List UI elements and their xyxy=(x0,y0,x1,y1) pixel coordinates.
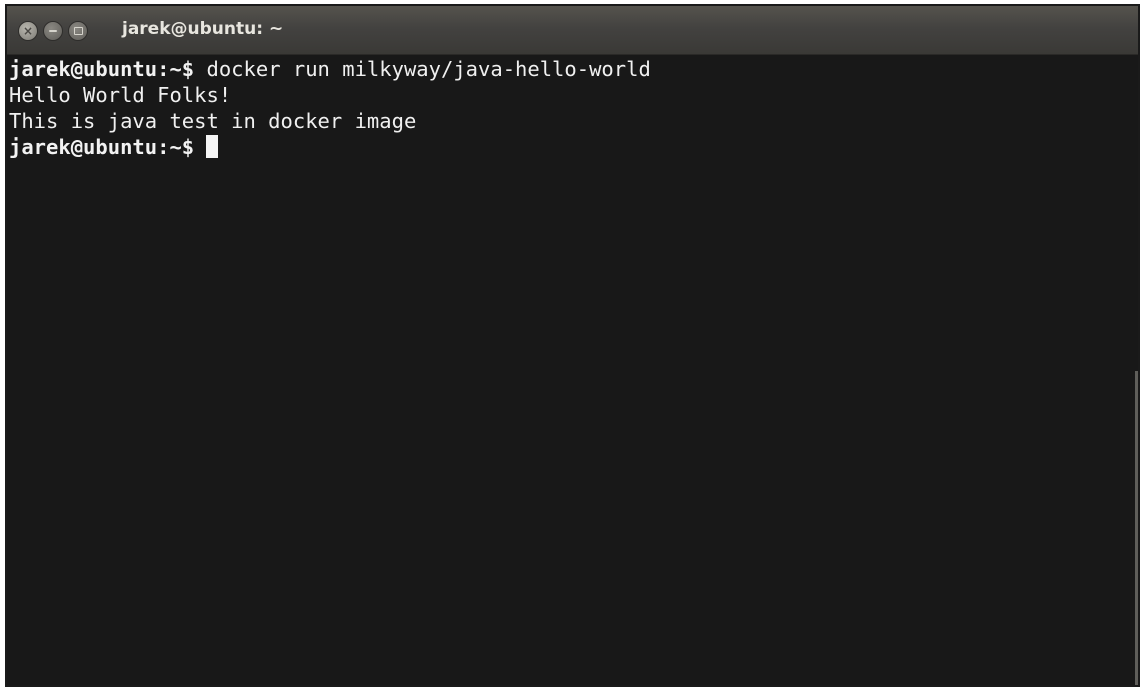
terminal-line-prompt: jarek@ubuntu:~$ xyxy=(9,134,1138,160)
scrollbar[interactable] xyxy=(1135,371,1138,685)
maximize-glyph xyxy=(73,27,83,35)
output-text: Hello World Folks! xyxy=(9,83,232,107)
terminal-line-command: jarek@ubuntu:~$ docker run milkyway/java… xyxy=(9,56,1138,82)
text-cursor xyxy=(206,135,219,158)
shell-prompt: jarek@ubuntu:~$ xyxy=(9,57,195,81)
terminal-output[interactable]: jarek@ubuntu:~$ docker run milkyway/java… xyxy=(7,55,1138,685)
output-text: This is java test in docker image xyxy=(9,109,417,133)
maximize-icon[interactable] xyxy=(68,21,88,41)
input-text xyxy=(194,135,206,159)
terminal-line-output-2: This is java test in docker image xyxy=(9,108,1138,134)
window-title: jarek@ubuntu: ~ xyxy=(122,19,284,39)
window-controls: × xyxy=(18,21,88,41)
minimize-glyph xyxy=(49,30,57,32)
command-text: docker run milkyway/java-hello-world xyxy=(194,57,651,81)
close-glyph: × xyxy=(22,24,34,38)
close-icon[interactable]: × xyxy=(18,21,38,41)
terminal-line-output-1: Hello World Folks! xyxy=(9,82,1138,108)
minimize-icon[interactable] xyxy=(43,21,63,41)
terminal-window: × jarek@ubuntu: ~ jarek@ubuntu:~$ docker… xyxy=(5,4,1140,687)
shell-prompt: jarek@ubuntu:~$ xyxy=(9,135,195,159)
title-bar[interactable]: × jarek@ubuntu: ~ xyxy=(7,6,1138,55)
